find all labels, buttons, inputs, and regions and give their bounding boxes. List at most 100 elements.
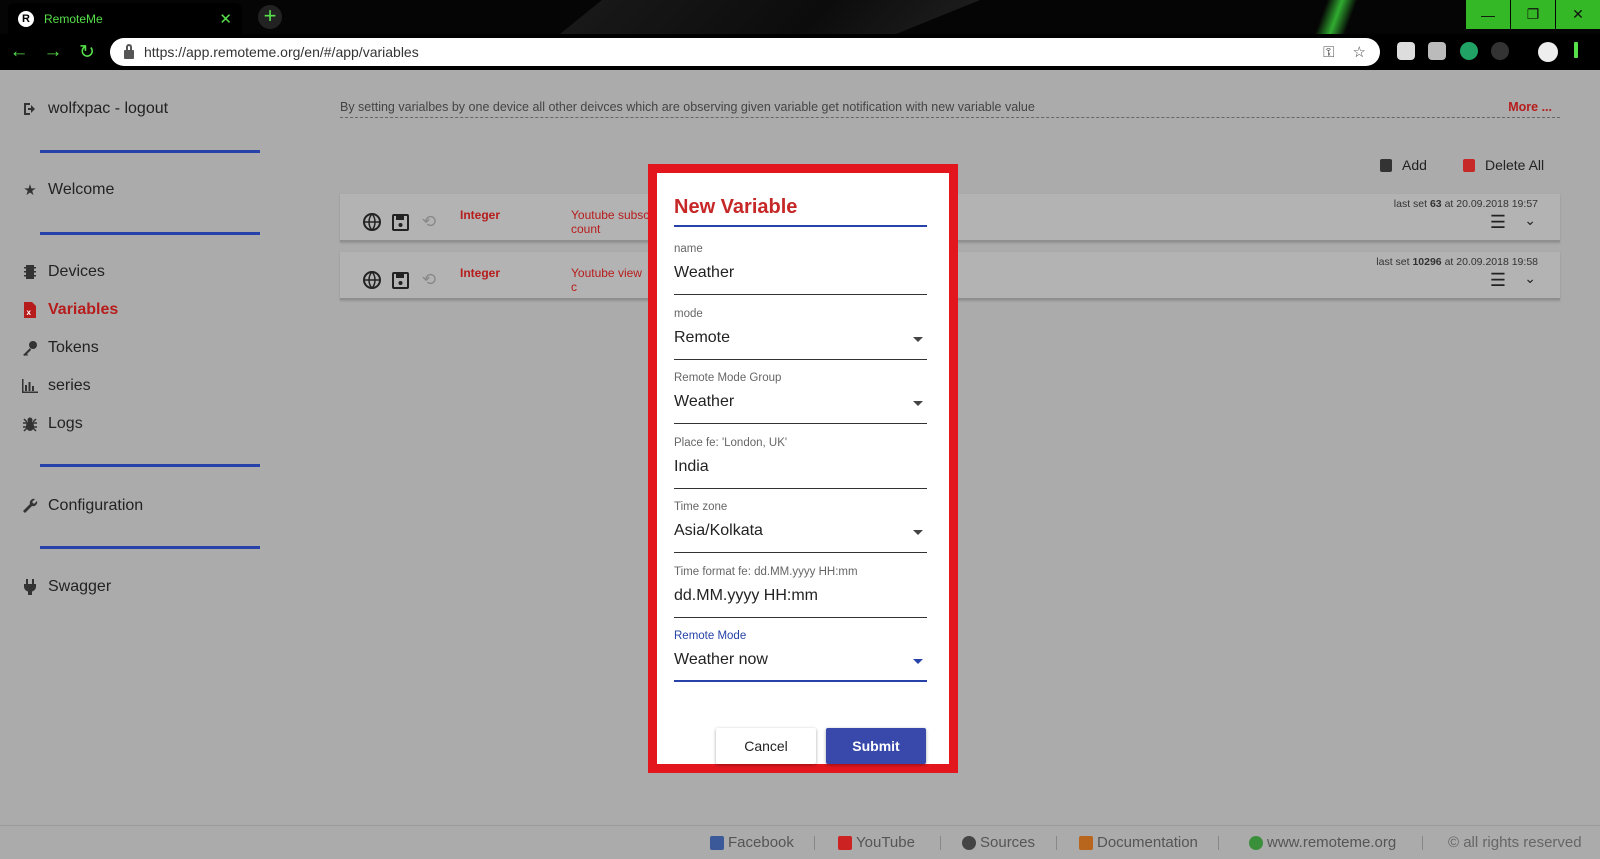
field-value[interactable]: Weather	[674, 264, 734, 282]
tab-close-icon[interactable]: ✕	[219, 10, 232, 28]
delete-all-button[interactable]: Delete All	[1463, 157, 1544, 173]
add-label: Add	[1402, 157, 1427, 173]
new-tab-button[interactable]: +	[258, 5, 282, 29]
variables-info-bar: By setting varialbes by one device all o…	[340, 100, 1560, 118]
browser-menu-icon[interactable]	[1574, 42, 1578, 58]
footer-link-sources[interactable]: Sources	[962, 834, 1035, 851]
window-minimize-button[interactable]: —	[1466, 0, 1510, 29]
name-field[interactable]: name Weather	[674, 243, 927, 295]
sidebar-item-label: Welcome	[48, 181, 115, 198]
field-label: Remote Mode	[674, 630, 747, 642]
place-field[interactable]: Place fe: 'London, UK' India	[674, 437, 927, 489]
footer-link-youtube[interactable]: YouTube	[838, 834, 915, 851]
globe-icon[interactable]	[362, 212, 382, 232]
extension-cube-icon[interactable]	[1397, 42, 1415, 60]
footer-link-documentation[interactable]: Documentation	[1079, 834, 1198, 851]
field-label: name	[674, 243, 703, 255]
sidebar-item-configuration[interactable]: Configuration	[20, 497, 143, 515]
bar-chart-icon	[20, 377, 40, 395]
cancel-button[interactable]: Cancel	[716, 728, 816, 764]
sidebar: wolfxpac - logout ★ Welcome Devices x Va…	[0, 70, 300, 825]
extension-tb-icon[interactable]	[1428, 42, 1446, 60]
extension-disabled-icon[interactable]	[1491, 42, 1509, 60]
sign-out-icon	[20, 100, 40, 118]
history-icon[interactable]: ⟲	[419, 212, 439, 232]
remoteme-favicon-icon: R	[18, 10, 34, 27]
add-variable-button[interactable]: Add	[1380, 157, 1427, 173]
variable-type: Integer	[460, 208, 501, 222]
sidebar-item-logs[interactable]: Logs	[20, 415, 83, 433]
extension-cart-icon[interactable]	[1460, 42, 1478, 60]
field-value[interactable]: Weather	[674, 393, 734, 411]
sidebar-item-devices[interactable]: Devices	[20, 263, 105, 281]
browser-tab[interactable]: R RemoteMe ✕	[8, 3, 242, 34]
field-value[interactable]: Remote	[674, 329, 730, 347]
sidebar-item-tokens[interactable]: Tokens	[20, 339, 99, 357]
field-value[interactable]: Asia/Kolkata	[674, 522, 763, 540]
field-value[interactable]: India	[674, 458, 709, 476]
mode-select[interactable]: mode Remote	[674, 308, 927, 360]
footer-separator	[940, 836, 941, 850]
sidebar-item-label: Logs	[48, 415, 83, 432]
sidebar-item-label: Tokens	[48, 339, 99, 356]
chip-icon	[20, 263, 40, 281]
dropdown-arrow-icon[interactable]	[913, 659, 923, 664]
field-value[interactable]: Weather now	[674, 651, 768, 669]
time-format-field[interactable]: Time format fe: dd.MM.yyyy HH:mm dd.MM.y…	[674, 566, 927, 618]
window-close-button[interactable]: ✕	[1556, 0, 1600, 29]
chevron-down-icon[interactable]: ⌄	[1524, 270, 1536, 287]
time-zone-select[interactable]: Time zone Asia/Kolkata	[674, 501, 927, 553]
variable-file-icon: x	[20, 301, 40, 319]
trash-icon	[1463, 158, 1475, 172]
browser-toolbar: ← → ↻ https://app.remoteme.org/en/#/app/…	[0, 34, 1600, 70]
footer-link-website[interactable]: www.remoteme.org	[1249, 834, 1396, 851]
history-icon[interactable]: ⟲	[419, 270, 439, 290]
back-button[interactable]: ←	[4, 37, 34, 67]
remote-mode-select[interactable]: Remote Mode Weather now	[674, 630, 927, 682]
dropdown-arrow-icon[interactable]	[913, 337, 923, 342]
globe-icon[interactable]	[362, 270, 382, 290]
variable-name: Youtube subsc count	[571, 208, 650, 236]
browser-titlebar: R RemoteMe ✕ + — ❐ ✕	[0, 0, 1600, 34]
remote-mode-group-select[interactable]: Remote Mode Group Weather	[674, 372, 927, 424]
forward-button[interactable]: →	[38, 37, 68, 67]
submit-button[interactable]: Submit	[826, 728, 926, 764]
sidebar-item-series[interactable]: series	[20, 377, 91, 395]
profile-avatar[interactable]	[1538, 42, 1558, 62]
address-bar[interactable]: https://app.remoteme.org/en/#/app/variab…	[110, 38, 1380, 66]
delete-all-label: Delete All	[1485, 157, 1545, 173]
footer-separator	[1056, 836, 1057, 850]
book-icon	[1079, 835, 1093, 850]
menu-icon[interactable]: ☰	[1490, 270, 1506, 291]
plus-square-icon	[1380, 158, 1392, 172]
save-icon[interactable]	[390, 270, 410, 290]
dropdown-arrow-icon[interactable]	[913, 401, 923, 406]
chevron-down-icon[interactable]: ⌄	[1524, 212, 1536, 229]
dropdown-arrow-icon[interactable]	[913, 530, 923, 535]
url-text[interactable]: https://app.remoteme.org/en/#/app/variab…	[144, 44, 1305, 60]
sidebar-divider	[40, 232, 260, 235]
sidebar-item-swagger[interactable]: Swagger	[20, 578, 111, 596]
logout-link[interactable]: wolfxpac - logout	[20, 100, 168, 118]
field-value[interactable]: dd.MM.yyyy HH:mm	[674, 587, 818, 605]
reload-button[interactable]: ↻	[72, 37, 102, 67]
menu-icon[interactable]: ☰	[1490, 212, 1506, 233]
field-label: Time zone	[674, 501, 728, 513]
sidebar-divider	[40, 150, 260, 153]
field-label: Place fe: 'London, UK'	[674, 437, 788, 449]
sidebar-item-label: Configuration	[48, 497, 144, 514]
save-icon[interactable]	[390, 212, 410, 232]
more-link[interactable]: More ...	[1508, 100, 1552, 114]
bookmark-star-icon[interactable]: ☆	[1353, 43, 1366, 61]
sidebar-item-welcome[interactable]: ★ Welcome	[20, 181, 114, 199]
tab-title: RemoteMe	[44, 11, 103, 26]
variables-info-text: By setting varialbes by one device all o…	[340, 100, 1035, 114]
key-icon[interactable]: ⚿	[1323, 44, 1334, 61]
window-maximize-button[interactable]: ❐	[1511, 0, 1555, 29]
github-icon	[962, 835, 976, 850]
plug-icon	[20, 578, 40, 596]
wallpaper-shard	[560, 0, 980, 34]
sidebar-item-label: Swagger	[48, 578, 112, 595]
sidebar-item-variables[interactable]: x Variables	[20, 301, 118, 319]
footer-link-facebook[interactable]: Facebook	[710, 834, 794, 851]
